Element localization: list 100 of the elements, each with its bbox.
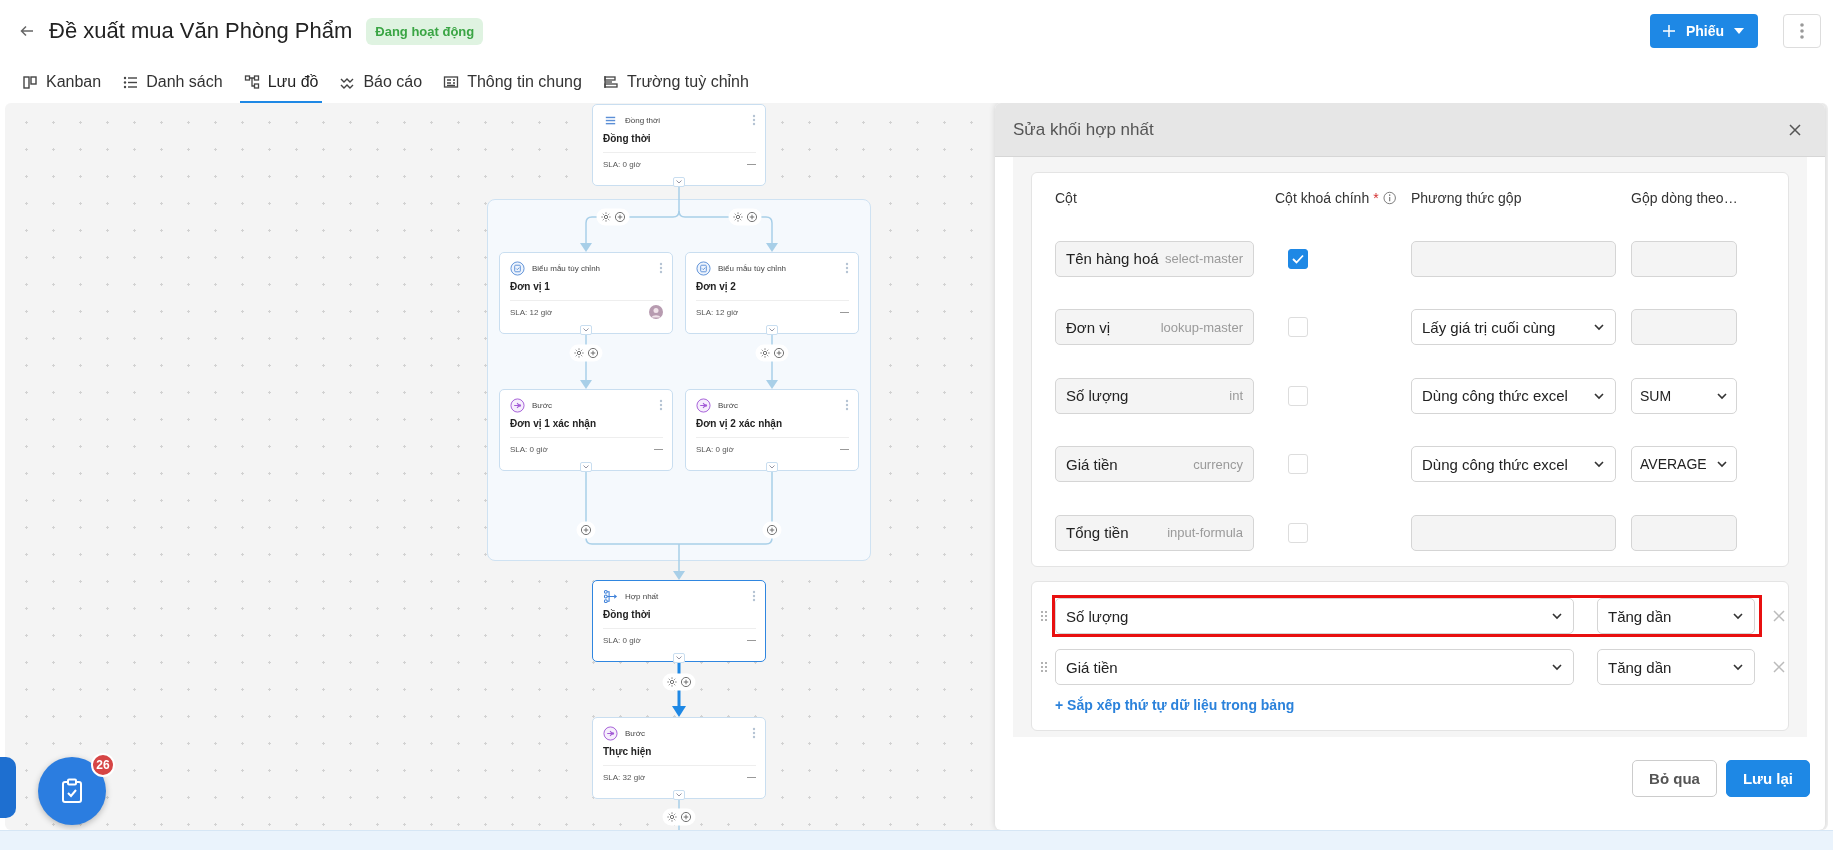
form-icon: [696, 260, 711, 276]
settings-icon[interactable]: [758, 346, 772, 360]
collapse-button[interactable]: [580, 325, 592, 335]
clipboard-icon: [60, 778, 84, 804]
view-tab[interactable]: Báo cáo: [335, 62, 427, 103]
flow-node[interactable]: Biểu mẫu tùy chỉnh Đơn vị 1 SLA: 12 giờ: [499, 252, 673, 334]
node-type: Bước: [532, 400, 553, 410]
node-type: Hợp nhất: [625, 591, 660, 601]
collapse-button[interactable]: [673, 177, 685, 187]
settings-icon[interactable]: [665, 675, 679, 689]
required-mark: *: [1373, 190, 1379, 206]
check-icon: [1292, 253, 1304, 264]
add-icon[interactable]: [579, 523, 593, 537]
caret-icon: [1734, 28, 1744, 34]
more-button[interactable]: [1783, 14, 1821, 48]
kebab-icon[interactable]: [752, 590, 756, 602]
status-badge: Đang hoạt động: [366, 17, 484, 45]
panel-title: Sửa khối hợp nhất: [1013, 119, 1155, 140]
node-title: Đơn vị 1: [510, 281, 551, 295]
add-icon[interactable]: [765, 523, 779, 537]
close-icon[interactable]: [1787, 121, 1803, 138]
collapse-button[interactable]: [673, 653, 685, 663]
flow-node[interactable]: Bước Đơn vị 2 xác nhận SLA: 0 giờ: [685, 389, 859, 471]
column-header: Cột khoá chính: [1275, 190, 1370, 206]
method-select[interactable]: Dùng công thức excel: [1411, 446, 1616, 482]
node-type: Bước: [625, 728, 646, 738]
sla-label: SLA: 12 giờ: [696, 307, 740, 317]
column-field: Giá tiền currency: [1055, 446, 1254, 482]
settings-icon[interactable]: [731, 210, 745, 224]
node-type: Bước: [718, 400, 739, 410]
step-icon: [603, 725, 618, 741]
chevron-down-icon: [676, 180, 682, 184]
checkbox[interactable]: [1288, 248, 1308, 269]
node-type: Biểu mẫu tùy chỉnh: [718, 263, 788, 273]
sort-field-select[interactable]: Giá tiền: [1055, 649, 1574, 685]
method-select[interactable]: Dùng công thức excel: [1411, 377, 1616, 414]
collapse-button[interactable]: [766, 325, 778, 335]
aggregate-select[interactable]: SUM: [1631, 377, 1737, 414]
sla-label: SLA: 0 giờ: [696, 444, 735, 454]
sort-field-select[interactable]: Số lượng: [1055, 598, 1574, 634]
settings-icon[interactable]: [599, 210, 613, 224]
add-sort-link[interactable]: + Sắp xếp thứ tự dữ liệu trong bảng: [1055, 697, 1295, 713]
cancel-button[interactable]: Bỏ qua: [1632, 760, 1717, 797]
kebab-icon[interactable]: [845, 262, 849, 274]
view-tab[interactable]: Danh sách: [118, 62, 227, 103]
settings-icon[interactable]: [572, 346, 586, 360]
collapse-button[interactable]: [766, 462, 778, 472]
collapse-button[interactable]: [673, 790, 685, 800]
node-title: Đồng thời: [603, 133, 652, 146]
kebab-icon[interactable]: [659, 262, 663, 274]
sort-order-select[interactable]: Tăng dần: [1597, 598, 1755, 634]
add-icon[interactable]: [679, 675, 693, 689]
side-tab[interactable]: [0, 757, 16, 818]
view-tab[interactable]: Trường tuỳ chỉnh: [598, 62, 753, 103]
kebab-icon[interactable]: [752, 727, 756, 739]
flow-node[interactable]: Bước Đơn vị 1 xác nhận SLA: 0 giờ: [499, 389, 673, 471]
chevron-down-icon: [1593, 323, 1605, 331]
chevron-down-icon: [583, 328, 589, 332]
flowchart-icon: [243, 73, 260, 90]
add-icon[interactable]: [613, 210, 627, 224]
flow-node[interactable]: Biểu mẫu tùy chỉnh Đơn vị 2 SLA: 12 giờ: [685, 252, 859, 334]
kebab-icon[interactable]: [659, 399, 663, 411]
back-arrow-icon[interactable]: [19, 23, 35, 39]
kebab-icon[interactable]: [845, 399, 849, 411]
flow-node[interactable]: Hợp nhất Đồng thời SLA: 0 giờ: [592, 580, 766, 662]
drag-handle-icon[interactable]: [1040, 661, 1048, 673]
add-icon[interactable]: [679, 810, 693, 824]
method-select[interactable]: Lấy giá trị cuối cùng: [1411, 309, 1616, 345]
chevron-down-icon: [583, 465, 589, 469]
flow-node[interactable]: Đồng thời Đồng thời SLA: 0 giờ: [592, 104, 766, 186]
aggregate-select[interactable]: AVERAGE: [1631, 446, 1737, 482]
column-field: Tổng tiền input-formula: [1055, 514, 1254, 551]
form-icon: [510, 260, 525, 276]
add-icon[interactable]: [745, 210, 759, 224]
node-title: Đơn vị 1 xác nhận: [510, 418, 598, 432]
view-tab[interactable]: Kanban: [18, 62, 106, 103]
sort-order-select[interactable]: Tăng dần: [1597, 649, 1755, 685]
chevron-down-icon: [1716, 391, 1728, 400]
kanban-icon: [22, 73, 38, 90]
node-type: Đồng thời: [625, 115, 662, 125]
kebab-icon[interactable]: [752, 114, 756, 126]
plus-icon: [1661, 24, 1676, 38]
sla-label: SLA: 0 giờ: [603, 159, 642, 169]
chevron-down-icon: [1732, 663, 1744, 671]
flow-node[interactable]: Bước Thực hiện SLA: 32 giờ: [592, 717, 766, 799]
drag-handle-icon[interactable]: [1040, 610, 1048, 622]
chevron-down-icon: [1593, 391, 1605, 400]
page-title: Đề xuất mua Văn Phòng Phẩm: [49, 18, 353, 44]
node-title: Đơn vị 2: [696, 281, 737, 295]
save-button[interactable]: Lưu lại: [1725, 760, 1810, 797]
collapse-button[interactable]: [580, 462, 592, 472]
add-icon[interactable]: [772, 346, 786, 360]
settings-icon[interactable]: [665, 810, 679, 824]
add-icon[interactable]: [586, 346, 600, 360]
create-button[interactable]: Phiếu: [1649, 14, 1758, 48]
chevron-down-icon: [769, 328, 775, 332]
view-tab[interactable]: Thông tin chung: [439, 62, 586, 103]
sla-label: SLA: 12 giờ: [510, 307, 554, 317]
info-card-icon: [443, 73, 460, 90]
sla-label: SLA: 32 giờ: [603, 772, 647, 782]
